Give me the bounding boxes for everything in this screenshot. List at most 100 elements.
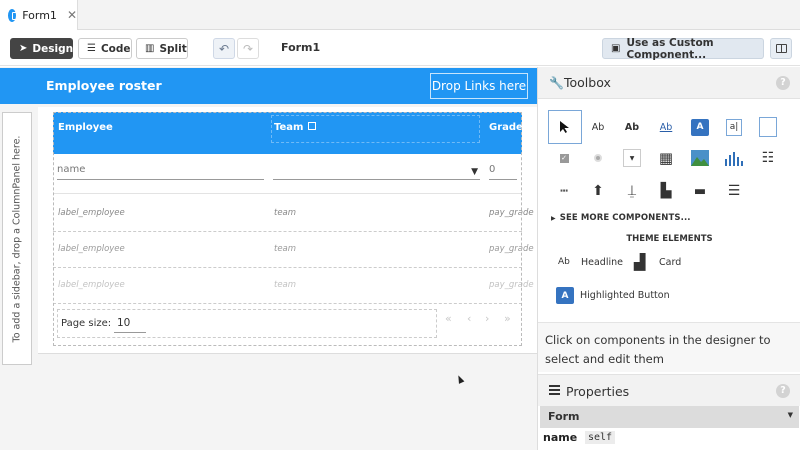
table-row[interactable]: label_employee team pay_grade bbox=[53, 232, 534, 268]
form-title: Form1 bbox=[281, 41, 321, 54]
app-title[interactable]: Employee roster bbox=[46, 78, 162, 93]
component-selector[interactable]: Form ▼ bbox=[540, 406, 799, 428]
checkbox-tool-icon[interactable]: ✓ bbox=[551, 145, 577, 171]
employee-cell: label_employee bbox=[58, 208, 125, 218]
highlighted-button-icon: A bbox=[556, 287, 574, 304]
dropdown-tool-icon[interactable]: ▼ bbox=[619, 145, 645, 171]
custom-component-button[interactable]: ▣ Use as Custom Component... bbox=[602, 36, 764, 61]
app-window: Form1 ✕ ➤ Design ☰ Code ▥ Split ↶ ↷ Form… bbox=[0, 0, 800, 450]
undo-icon[interactable]: ↶ bbox=[213, 38, 235, 59]
link-tool-icon[interactable]: Ab bbox=[653, 114, 679, 140]
flow-panel-tool-icon[interactable]: ▬ bbox=[687, 178, 713, 204]
file-loader-tool-icon[interactable]: ⬆ bbox=[585, 178, 611, 204]
column-panel-tool-icon[interactable]: ⍊ bbox=[619, 178, 645, 204]
button-tool-icon[interactable]: A bbox=[687, 114, 713, 140]
close-icon[interactable]: ✕ bbox=[67, 8, 77, 22]
sidebar-hint-text: To add a sidebar, drop a ColumnPanel her… bbox=[11, 135, 23, 342]
app-bar: Employee roster Drop Links here bbox=[0, 68, 537, 104]
design-button[interactable]: ➤ Design bbox=[10, 38, 73, 59]
column-header-grade[interactable]: Grade bbox=[489, 122, 523, 133]
image-tool-icon[interactable] bbox=[687, 145, 713, 171]
table-row[interactable]: label_employee team pay_grade bbox=[53, 268, 534, 304]
theme-item-highlighted-button[interactable]: Highlighted Button bbox=[580, 290, 670, 301]
selection-hint: Click on components in the designer to s… bbox=[538, 322, 800, 372]
redo-icon[interactable]: ↷ bbox=[237, 38, 259, 59]
property-name-value[interactable]: self bbox=[585, 431, 616, 444]
team-filter-dropdown[interactable]: ▼ bbox=[273, 162, 480, 180]
form-icon bbox=[8, 8, 20, 22]
first-page-icon[interactable]: « bbox=[445, 312, 452, 325]
grade-filter-input[interactable]: 0 bbox=[489, 162, 517, 180]
property-name-label: name bbox=[543, 431, 578, 444]
cursor-icon bbox=[560, 121, 569, 133]
employee-cell: label_employee bbox=[58, 244, 125, 254]
last-page-icon[interactable]: » bbox=[504, 312, 511, 325]
toggle-panel-button[interactable] bbox=[770, 38, 792, 59]
image-glyph bbox=[691, 150, 709, 166]
help-icon[interactable]: ? bbox=[776, 76, 790, 90]
tab-form1[interactable]: Form1 ✕ bbox=[0, 0, 78, 30]
split-button[interactable]: ▥ Split bbox=[136, 38, 188, 59]
repeating-panel-tool-icon[interactable]: ☰ bbox=[721, 178, 747, 204]
tab-bar: Form1 ✕ bbox=[0, 0, 800, 30]
name-filter-input[interactable]: name bbox=[57, 162, 264, 180]
external-link-icon bbox=[308, 122, 317, 130]
textarea-tool-icon[interactable] bbox=[755, 114, 781, 140]
next-page-icon[interactable]: › bbox=[485, 312, 489, 325]
theme-item-headline[interactable]: Headline bbox=[581, 257, 623, 268]
column-header-employee[interactable]: Employee bbox=[58, 122, 113, 133]
rich-text-tool-icon[interactable]: Ab bbox=[619, 114, 645, 140]
plot-tool-icon[interactable] bbox=[721, 145, 747, 171]
code-button[interactable]: ☰ Code bbox=[78, 38, 132, 59]
chevron-right-icon: ▶ bbox=[551, 215, 556, 222]
grid-header: Employee Team Grade bbox=[53, 112, 523, 154]
checkbox-glyph: ✓ bbox=[559, 153, 569, 163]
data-grid-tool-icon[interactable]: ☷ bbox=[755, 145, 781, 171]
theme-item-card[interactable]: Card bbox=[659, 257, 681, 268]
sidebar-drop-zone[interactable]: To add a sidebar, drop a ColumnPanel her… bbox=[2, 112, 32, 365]
card-icon: ▟ bbox=[634, 253, 646, 271]
page-size-input[interactable]: 10 bbox=[114, 315, 146, 333]
bar-chart-glyph bbox=[725, 152, 743, 166]
filter-row: name ▼ 0 bbox=[53, 154, 522, 194]
grade-cell: pay_grade bbox=[489, 280, 534, 290]
properties-title: Properties bbox=[566, 384, 630, 399]
team-cell: team bbox=[274, 244, 297, 254]
label-tool-icon[interactable]: Ab bbox=[585, 114, 611, 140]
grid-panel-tool-icon[interactable]: ▙ bbox=[653, 178, 679, 204]
radio-tool-icon[interactable] bbox=[585, 145, 611, 171]
team-header-label: Team bbox=[274, 122, 304, 133]
data-grid[interactable]: Employee Team Grade name ▼ 0 label_emplo… bbox=[53, 112, 534, 346]
toolbox-title: Toolbox bbox=[564, 75, 611, 90]
toolbox-header: 🔧 Toolbox ? bbox=[538, 67, 800, 99]
page-size-label: Page size: bbox=[61, 318, 112, 329]
selected-component: Form bbox=[548, 410, 580, 423]
tab-title: Form1 bbox=[22, 8, 57, 22]
drop-links-slot[interactable]: Drop Links here bbox=[430, 73, 528, 99]
panel-icon bbox=[775, 44, 787, 53]
code-icon: ☰ bbox=[87, 43, 96, 54]
spacer-tool-icon[interactable]: ┅ bbox=[551, 178, 577, 204]
split-icon: ▥ bbox=[145, 43, 155, 54]
design-label: Design bbox=[32, 42, 74, 55]
see-more-label: SEE MORE COMPONENTS... bbox=[559, 213, 691, 223]
custom-component-label: Use as Custom Component... bbox=[626, 36, 714, 61]
textarea-glyph bbox=[759, 117, 777, 137]
radio-glyph bbox=[594, 154, 602, 162]
prev-page-icon[interactable]: ‹ bbox=[467, 312, 471, 325]
help-icon[interactable]: ? bbox=[776, 384, 790, 398]
textbox-glyph: a| bbox=[726, 118, 742, 136]
textbox-tool-icon[interactable]: a| bbox=[721, 114, 747, 140]
split-label: Split bbox=[159, 42, 187, 55]
button-glyph: A bbox=[691, 118, 709, 136]
date-picker-tool-icon[interactable]: ▦ bbox=[653, 145, 679, 171]
properties-header: Properties ? bbox=[538, 374, 800, 406]
team-cell: team bbox=[274, 280, 297, 290]
grade-cell: pay_grade bbox=[489, 244, 534, 254]
sliders-icon bbox=[549, 385, 560, 395]
see-more-components[interactable]: ▶ SEE MORE COMPONENTS... bbox=[551, 213, 691, 223]
pointer-tool-icon[interactable] bbox=[548, 110, 582, 144]
right-panel: 🔧 Toolbox ? Ab Ab Ab A a| ✓ ▼ ▦ ☷ ┅ ⬆ ⍊ … bbox=[537, 67, 800, 450]
table-row[interactable]: label_employee team pay_grade bbox=[53, 196, 534, 232]
column-header-team[interactable]: Team bbox=[274, 122, 317, 133]
